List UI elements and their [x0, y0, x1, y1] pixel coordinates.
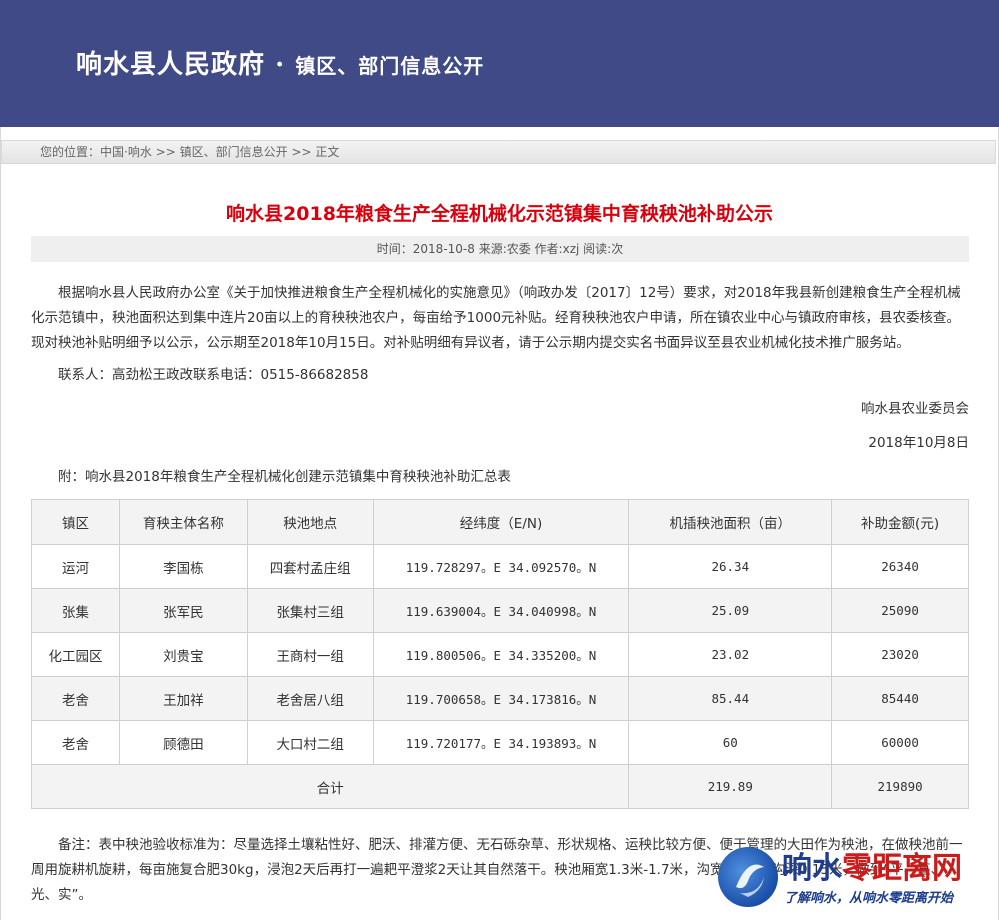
subsidy-table: 镇区 育秧主体名称 秧池地点 经纬度（E/N) 机插秧池面积（亩） 补助金额(元…: [30, 499, 969, 809]
cell-coordinates: 119.700658。E 34.173816。N: [372, 676, 630, 721]
table-row: 化工园区 刘贵宝 王商村一组 119.800506。E 34.335200。N …: [31, 632, 969, 677]
column-header: 补助金额(元): [831, 499, 969, 545]
cell-location: 老舍居八组: [246, 676, 374, 721]
watermark-brand-part1: 响水: [782, 851, 842, 886]
watermark-slogan: 了解响水，从响水零距离开始: [784, 891, 954, 906]
table-row: 张集 张军民 张集村三组 119.639004。E 34.040998。N 25…: [31, 588, 969, 633]
breadcrumb-separator: >>: [155, 145, 176, 159]
cell-town: 张集: [31, 588, 120, 633]
watermark-logo: 响水零距离网 了解响水，从响水零距离开始: [718, 843, 999, 920]
cell-area: 85.44: [628, 676, 833, 721]
cell-amount: 60000: [831, 720, 969, 765]
site-subtitle: 镇区、部门信息公开: [295, 54, 485, 78]
column-header: 机插秧池面积（亩）: [628, 499, 833, 545]
cell-location: 四套村孟庄组: [246, 544, 374, 589]
cell-coordinates: 119.728297。E 34.092570。N: [372, 544, 630, 589]
table-row: 运河 李国栋 四套村孟庄组 119.728297。E 34.092570。N 2…: [31, 544, 969, 589]
breadcrumb-home-link[interactable]: 中国·响水: [100, 145, 152, 159]
breadcrumb-section-link[interactable]: 镇区、部门信息公开: [180, 145, 288, 159]
article-meta: 时间：2018-10-8 来源:农委 作者:xzj 阅读:次: [31, 236, 969, 262]
cell-amount: 23020: [831, 632, 969, 677]
watermark-brand-part2: 零距离网: [842, 851, 962, 886]
table-total-row: 合计 219.89 219890: [30, 764, 969, 809]
contact-info: 联系人：高劲松王政改联系电话：0515-86682858: [58, 367, 369, 383]
column-header: 经纬度（E/N): [372, 499, 630, 545]
cell-town: 老舍: [31, 676, 120, 721]
cell-grower: 张军民: [118, 588, 248, 633]
cell-area: 26.34: [628, 544, 833, 589]
cell-coordinates: 119.720177。E 34.193893。N: [372, 720, 630, 765]
signer: 响水县农业委员会: [861, 401, 969, 417]
total-label: 合计: [30, 764, 630, 809]
cell-area: 60: [628, 720, 833, 765]
cell-grower: 王加祥: [118, 676, 248, 721]
cell-coordinates: 119.639004。E 34.040998。N: [372, 588, 630, 633]
title-dot: ·: [275, 50, 286, 80]
cell-grower: 顾德田: [118, 720, 248, 765]
cell-area: 25.09: [628, 588, 833, 633]
cell-coordinates: 119.800506。E 34.335200。N: [372, 632, 630, 677]
cell-area: 23.02: [628, 632, 833, 677]
article-body: 根据响水县人民政府办公室《关于加快推进粮食生产全程机械化的实施意见》（响政办发〔…: [31, 285, 961, 351]
header-banner: 响水县人民政府 · 镇区、部门信息公开: [0, 0, 999, 127]
logo-swirl-icon: [718, 847, 778, 907]
table-row: 老舍 顾德田 大口村二组 119.720177。E 34.193893。N 60…: [31, 720, 969, 765]
breadcrumb-separator: >>: [291, 145, 312, 159]
cell-amount: 25090: [831, 588, 969, 633]
attachment-title: 附：响水县2018年粮食生产全程机械化创建示范镇集中育秧秧池补助汇总表: [58, 469, 511, 485]
cell-amount: 85440: [831, 676, 969, 721]
cell-location: 张集村三组: [246, 588, 374, 633]
cell-grower: 李国栋: [118, 544, 248, 589]
total-amount: 219890: [831, 764, 969, 809]
column-header: 育秧主体名称: [118, 499, 248, 545]
site-title-main: 响水县人民政府: [76, 50, 266, 80]
breadcrumb-current: 正文: [315, 145, 340, 159]
cell-location: 大口村二组: [246, 720, 374, 765]
cell-location: 王商村一组: [246, 632, 374, 677]
column-header: 秧池地点: [246, 499, 374, 545]
breadcrumb-prefix: 您的位置：: [40, 145, 101, 159]
cell-grower: 刘贵宝: [118, 632, 248, 677]
table-row: 老舍 王加祥 老舍居八组 119.700658。E 34.173816。N 85…: [31, 676, 969, 721]
breadcrumb: 您的位置：中国·响水 >> 镇区、部门信息公开 >> 正文: [1, 140, 996, 164]
cell-town: 化工园区: [31, 632, 120, 677]
watermark-brand: 响水零距离网: [782, 843, 962, 887]
table-header-row: 镇区 育秧主体名称 秧池地点 经纬度（E/N) 机插秧池面积（亩） 补助金额(元…: [31, 499, 969, 545]
cell-town: 老舍: [31, 720, 120, 765]
cell-town: 运河: [31, 544, 120, 589]
article-title: 响水县2018年粮食生产全程机械化示范镇集中育秧秧池补助公示: [226, 203, 773, 225]
site-title[interactable]: 响水县人民政府 · 镇区、部门信息公开: [76, 44, 484, 81]
publish-date: 2018年10月8日: [868, 435, 969, 451]
total-area: 219.89: [628, 764, 833, 809]
cell-amount: 26340: [831, 544, 969, 589]
column-header: 镇区: [31, 499, 120, 545]
